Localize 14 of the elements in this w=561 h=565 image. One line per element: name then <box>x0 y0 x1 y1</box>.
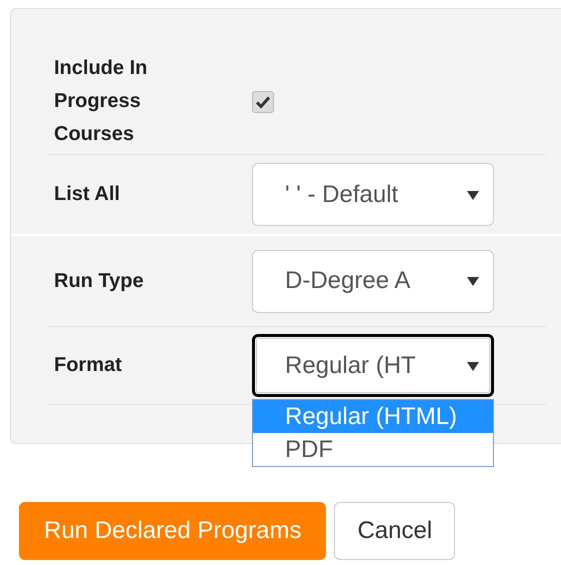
caret-icon <box>467 275 479 287</box>
field-label: Run Type <box>54 268 144 294</box>
dropdown-option[interactable]: PDF <box>253 433 493 466</box>
check-icon <box>255 94 271 110</box>
dropdown-select[interactable]: D-Degree A <box>252 250 494 312</box>
checkbox[interactable] <box>252 90 274 112</box>
field-label: Format <box>54 353 122 378</box>
field-label: Include In Progress Courses <box>54 56 148 147</box>
dropdown-select[interactable]: Regular (HT <box>252 334 494 397</box>
caret-icon <box>467 188 479 200</box>
cancel-button[interactable]: Cancel <box>334 502 456 560</box>
dropdown-select[interactable]: ' ' - Default <box>252 163 494 226</box>
field-label: List All <box>54 182 120 207</box>
caret-icon <box>467 360 479 372</box>
